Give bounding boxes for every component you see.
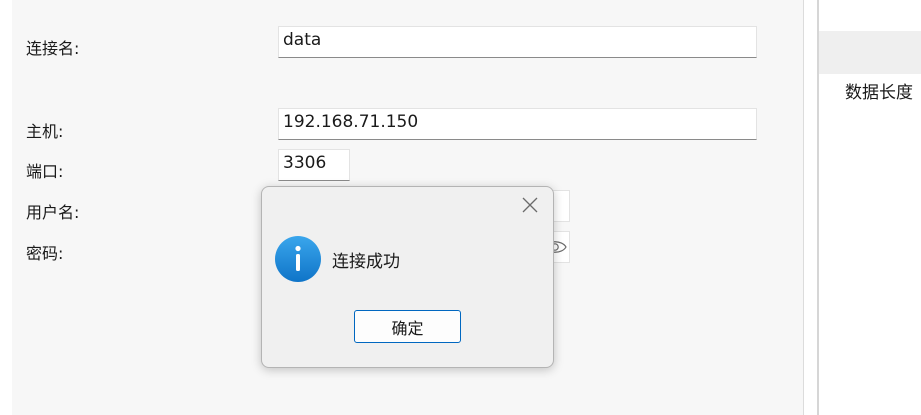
ok-button[interactable]: 确定 [354, 310, 461, 343]
connection-name-label: 连接名: [26, 39, 80, 58]
port-label: 端口: [26, 162, 64, 181]
info-icon [274, 235, 322, 283]
connection-name-input[interactable]: data [278, 26, 757, 58]
port-input[interactable]: 3306 [278, 149, 350, 181]
password-label: 密码: [26, 244, 64, 263]
panel-gap [804, 0, 817, 415]
dialog-message: 连接成功 [332, 252, 400, 272]
dialog-close-button[interactable] [518, 194, 542, 216]
left-margin [0, 0, 12, 415]
host-label: 主机: [26, 122, 64, 141]
username-label: 用户名: [26, 203, 80, 222]
host-input[interactable]: 192.168.71.150 [278, 108, 757, 140]
close-icon [522, 197, 538, 213]
table-header-band [819, 31, 921, 74]
column-header-data-length[interactable]: 数据长度 [845, 78, 913, 103]
right-table-panel: 数据长度 [819, 0, 921, 415]
message-dialog: 连接成功 确定 [261, 186, 554, 368]
